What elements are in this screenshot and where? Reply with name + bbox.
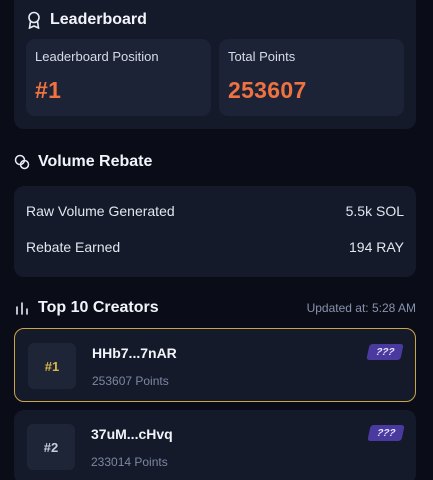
creator-tag-badge: ??? (366, 344, 404, 360)
rank-badge: #2 (27, 424, 75, 470)
raw-volume-value: 5.5k SOL (345, 203, 404, 219)
creator-row[interactable]: #2 37uM...cHvq 233014 Points ??? (14, 410, 416, 480)
top-creators-title: Top 10 Creators (38, 299, 159, 316)
creator-row[interactable]: #1 HHb7...7nAR 253607 Points ??? (14, 328, 416, 402)
volume-rebate-header: Volume Rebate (14, 153, 152, 171)
total-points-label: Total Points (228, 49, 296, 64)
rebate-earned-value: 194 RAY (349, 239, 404, 255)
leaderboard-header: Leaderboard (26, 11, 147, 29)
creator-tag-badge: ??? (367, 425, 405, 441)
coins-icon (14, 154, 30, 170)
raw-volume-label: Raw Volume Generated (26, 203, 175, 219)
creator-points: 233014 Points (91, 455, 168, 469)
volume-rebate-title: Volume Rebate (38, 153, 153, 170)
leaderboard-position-value: #1 (35, 77, 62, 103)
creator-points: 253607 Points (92, 374, 169, 388)
top-creators-title-wrap: Top 10 Creators (14, 299, 159, 317)
rebate-row: Rebate Earned 194 RAY (26, 239, 404, 255)
volume-row: Raw Volume Generated 5.5k SOL (26, 203, 404, 219)
award-icon (26, 11, 42, 29)
total-points-box: Total Points 253607 (219, 39, 404, 116)
leaderboard-card: Leaderboard Leaderboard Position #1 Tota… (14, 0, 416, 129)
creator-address: HHb7...7nAR (92, 345, 177, 361)
top-creators-header: Top 10 Creators Updated at: 5:28 AM (14, 299, 416, 317)
creator-address: 37uM...cHvq (91, 426, 173, 442)
rebate-earned-label: Rebate Earned (26, 239, 121, 255)
leaderboard-position-box: Leaderboard Position #1 (26, 39, 211, 116)
rank-badge: #1 (28, 343, 76, 389)
volume-rebate-card: Raw Volume Generated 5.5k SOL Rebate Ear… (14, 186, 416, 277)
total-points-value: 253607 (228, 77, 307, 103)
updated-timestamp: Updated at: 5:28 AM (306, 301, 416, 315)
bar-chart-icon (14, 301, 30, 315)
leaderboard-title: Leaderboard (50, 11, 147, 28)
leaderboard-position-label: Leaderboard Position (35, 49, 159, 64)
